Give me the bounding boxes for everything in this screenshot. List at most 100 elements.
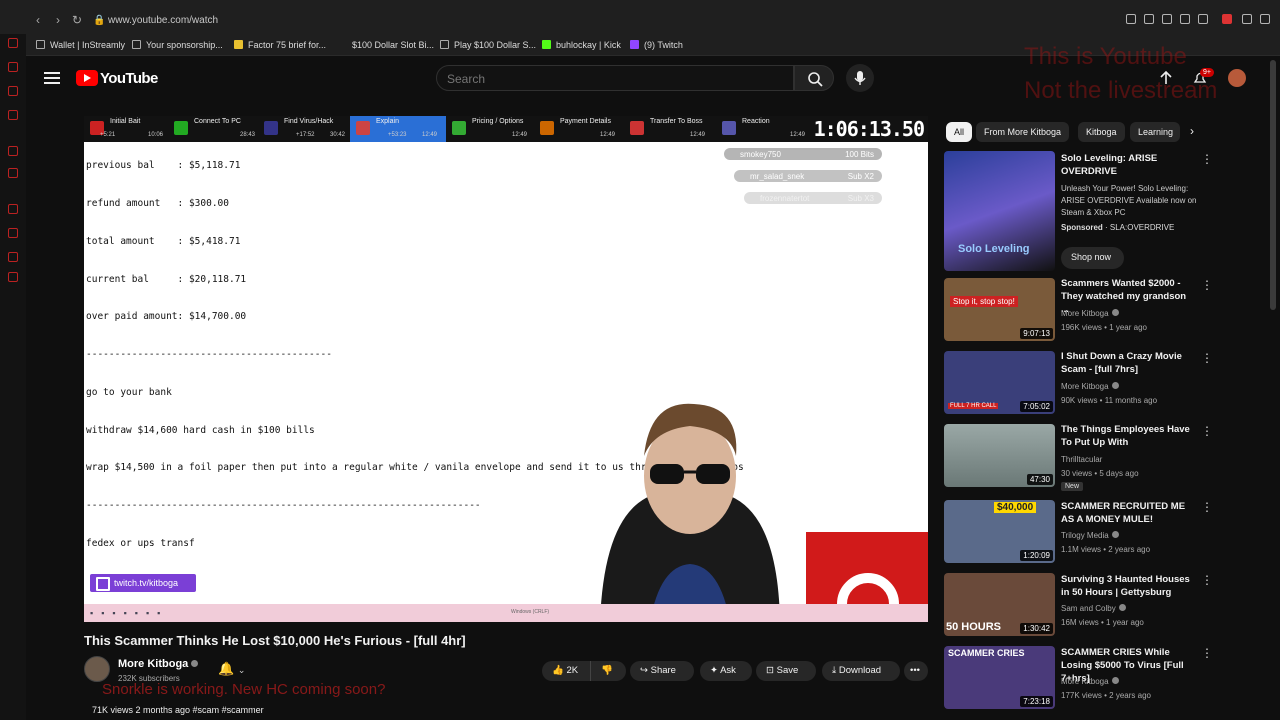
- more-vertical-icon[interactable]: ⋮: [1201, 424, 1213, 438]
- download-icon[interactable]: [1242, 14, 1252, 24]
- video-channel[interactable]: Trilogy Media: [1061, 531, 1119, 540]
- share-label: Share: [650, 665, 676, 676]
- video-channel[interactable]: Sam and Colby: [1061, 604, 1126, 613]
- channel-avatar[interactable]: [84, 656, 110, 682]
- subscribe-bell-button[interactable]: 🔔 ⌄: [218, 661, 258, 679]
- step-label: Payment Details: [560, 118, 611, 125]
- ad-title[interactable]: Solo Leveling: ARISE OVERDRIVE: [1061, 152, 1191, 178]
- like-button[interactable]: 👍 2K: [542, 661, 590, 681]
- more-vertical-icon[interactable]: ⋮: [1201, 351, 1213, 365]
- video-title[interactable]: SCAMMER RECRUITED ME AS A MONEY MULE!: [1061, 500, 1191, 526]
- sidebar-icon[interactable]: [8, 110, 18, 120]
- search-box[interactable]: [436, 65, 794, 91]
- more-vertical-icon[interactable]: ⋮: [1201, 646, 1213, 660]
- step-time: 12:49: [790, 132, 806, 138]
- sidebar-icon[interactable]: [8, 252, 18, 262]
- share-button[interactable]: ↪ Share: [630, 661, 694, 681]
- video-meta: 16M views • 1 year ago: [1061, 618, 1144, 627]
- search-input[interactable]: [447, 72, 767, 86]
- sidebar-icon[interactable]: [8, 228, 18, 238]
- more-vertical-icon[interactable]: ⋮: [1201, 278, 1213, 292]
- alert-amount: 100 Bits: [845, 150, 874, 159]
- video-channel[interactable]: More Kitboga: [1061, 677, 1119, 686]
- extension-icon[interactable]: [1180, 14, 1190, 24]
- new-badge: New: [1061, 482, 1084, 491]
- sidebar-icon[interactable]: [8, 38, 18, 48]
- video-channel[interactable]: More Kitboga: [1061, 309, 1119, 318]
- sidebar-icon[interactable]: [8, 62, 18, 72]
- forward-icon[interactable]: ›: [56, 13, 60, 27]
- more-vertical-icon[interactable]: ⋮: [1201, 573, 1213, 587]
- verified-icon: [191, 660, 199, 667]
- video-channel[interactable]: More Kitboga: [1061, 382, 1119, 391]
- bookmark-item[interactable]: Play $100 Dollar S...: [440, 40, 536, 50]
- bookmark-item[interactable]: $100 Dollar Slot Bi...: [338, 40, 434, 50]
- ask-label: Ask: [720, 665, 736, 676]
- sidebar-icon[interactable]: [8, 204, 18, 214]
- step-label: Find Virus/Hack: [284, 118, 334, 125]
- video-title[interactable]: I Shut Down a Crazy Movie Scam - [full 7…: [1061, 350, 1191, 376]
- url-bar[interactable]: www.youtube.com/watch: [108, 15, 218, 26]
- extension-icon[interactable]: [1198, 14, 1208, 24]
- step-icon: [722, 121, 736, 135]
- bookmark-item[interactable]: buhlockay | Kick: [542, 40, 621, 50]
- user-avatar[interactable]: [1228, 69, 1246, 87]
- sidebar-icon[interactable]: [8, 86, 18, 96]
- youtube-logo-icon[interactable]: [76, 70, 98, 86]
- chip-learning[interactable]: Learning: [1130, 122, 1180, 142]
- video-title[interactable]: The Things Employees Have To Put Up With: [1061, 423, 1191, 449]
- bookmark-item[interactable]: (9) Twitch: [630, 40, 683, 50]
- more-actions-button[interactable]: •••: [904, 661, 928, 681]
- ask-button[interactable]: ✦ Ask: [700, 661, 752, 681]
- download-button[interactable]: ⤓ Download: [822, 661, 900, 681]
- extension-icon[interactable]: [1222, 14, 1232, 24]
- extension-icon[interactable]: [1162, 14, 1172, 24]
- video-thumbnail[interactable]: FULL 7 HR CALL 7:05:02: [944, 351, 1055, 414]
- notepad-line: current bal : $20,118.71: [86, 273, 247, 285]
- page-scrollbar[interactable]: [1270, 60, 1276, 310]
- chip-all[interactable]: All: [946, 122, 973, 142]
- sidebar-icon[interactable]: [8, 168, 18, 178]
- video-channel[interactable]: Thrilltacular: [1061, 455, 1102, 464]
- more-vertical-icon[interactable]: ⋮: [1201, 152, 1213, 166]
- sidebar-icon[interactable]: [8, 146, 18, 156]
- step-icon: [356, 121, 370, 135]
- reload-icon[interactable]: ↻: [72, 13, 82, 27]
- chevron-right-icon[interactable]: ›: [1190, 124, 1194, 138]
- bookmark-item[interactable]: Factor 75 brief for...: [234, 40, 326, 50]
- video-title[interactable]: Surviving 3 Haunted Houses in 50 Hours |…: [1061, 573, 1191, 599]
- video-thumbnail[interactable]: 50 HOURS 1:30:42: [944, 573, 1055, 636]
- sidebar-icon[interactable]: [8, 272, 18, 282]
- ad-thumbnail[interactable]: Solo Leveling: [944, 151, 1055, 271]
- kick-icon: [542, 40, 551, 49]
- verified-icon: [1118, 604, 1126, 611]
- video-player[interactable]: Initial Bait +5:21 10:06 Connect To PC 28:4…: [84, 116, 928, 622]
- thumbs-up-icon: 👍: [552, 665, 564, 676]
- shop-now-button[interactable]: Shop now: [1061, 247, 1124, 269]
- back-icon[interactable]: ‹: [36, 13, 40, 27]
- dislike-button[interactable]: 👎: [590, 661, 626, 681]
- chip-kitboga[interactable]: Kitboga: [1078, 122, 1125, 142]
- video-thumbnail[interactable]: 47:30: [944, 424, 1055, 487]
- sponsored-label: Sponsored: [1061, 223, 1103, 232]
- bookmark-item[interactable]: Wallet | InStreamly: [36, 40, 125, 50]
- browser-menu-icon[interactable]: [1260, 14, 1270, 24]
- youtube-wordmark[interactable]: YouTube: [100, 70, 158, 87]
- hamburger-menu-icon[interactable]: [44, 72, 60, 84]
- extension-icon[interactable]: [1144, 14, 1154, 24]
- extension-icon[interactable]: [1126, 14, 1136, 24]
- channel-name-text: More Kitboga: [118, 658, 189, 670]
- voice-search-button[interactable]: [846, 64, 874, 92]
- more-vertical-icon[interactable]: ⋮: [1201, 500, 1213, 514]
- video-thumbnail[interactable]: SCAMMER CRIES 7:23:18: [944, 646, 1055, 709]
- step-time: +5:21: [100, 132, 116, 138]
- bits-alert: frozennatertot Sub X3: [744, 192, 882, 204]
- video-thumbnail[interactable]: $40,000 1:20:09: [944, 500, 1055, 563]
- bookmark-item[interactable]: Your sponsorship...: [132, 40, 223, 50]
- save-button[interactable]: ⊡ Save: [756, 661, 816, 681]
- chip-from-more-kitboga[interactable]: From More Kitboga: [976, 122, 1070, 142]
- search-button[interactable]: [794, 65, 834, 91]
- video-thumbnail[interactable]: Stop it, stop stop! 9:07:13: [944, 278, 1055, 341]
- upload-icon[interactable]: [1158, 70, 1174, 86]
- channel-name[interactable]: More Kitboga: [118, 658, 199, 670]
